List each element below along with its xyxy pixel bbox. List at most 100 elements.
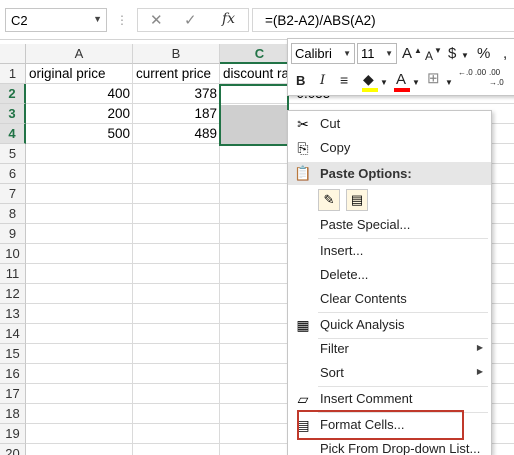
- menu-separator: [318, 312, 488, 313]
- fill-color-swatch: [362, 88, 378, 92]
- formula-bar: C2 ▼ ⋮ ✕ ✓ fx =(B2-A2)/ABS(A2): [0, 0, 514, 40]
- menu-item-label: Cut: [320, 116, 341, 131]
- row-header[interactable]: 20: [0, 444, 26, 455]
- chevron-down-icon[interactable]: ▼: [380, 74, 388, 92]
- formula-buttons: ✕ ✓ fx: [137, 8, 249, 32]
- chevron-down-icon[interactable]: ▼: [93, 14, 102, 24]
- clipboard-icon: 📋: [294, 165, 312, 181]
- row-header[interactable]: 2: [0, 84, 26, 104]
- menu-item-insert-comment[interactable]: ▱ Insert Comment: [288, 388, 491, 410]
- name-box[interactable]: C2 ▼: [5, 8, 107, 32]
- menu-item-label: Pick From Drop-down List...: [320, 441, 481, 455]
- row-header[interactable]: 18: [0, 404, 26, 424]
- row-header[interactable]: 14: [0, 324, 26, 344]
- currency-button[interactable]: $: [448, 45, 456, 63]
- row-header[interactable]: 10: [0, 244, 26, 264]
- cell-a1[interactable]: original price: [26, 64, 133, 84]
- cell-c1[interactable]: discount ra: [220, 64, 290, 84]
- menu-item-label: Paste Special...: [320, 217, 411, 232]
- font-color-button[interactable]: A: [396, 71, 406, 89]
- menu-item-label: Clear Contents: [320, 291, 407, 306]
- copy-icon: ⎘: [297, 140, 309, 156]
- menu-item-label: Sort: [320, 365, 344, 380]
- font-name-value: Calibri: [295, 46, 332, 61]
- context-menu: ✂ Cut ⎘ Copy 📋 Paste Options: ✎ ▤ Paste …: [287, 110, 492, 455]
- row-header[interactable]: 8: [0, 204, 26, 224]
- column-header-a[interactable]: A: [26, 44, 133, 64]
- decrease-font-size-button[interactable]: A: [425, 47, 433, 65]
- row-header[interactable]: 16: [0, 364, 26, 384]
- menu-item-pick-from-list[interactable]: Pick From Drop-down List...: [288, 438, 491, 455]
- cell-b4[interactable]: 489: [133, 124, 220, 144]
- highlight-box: [297, 410, 464, 440]
- row-header[interactable]: 12: [0, 284, 26, 304]
- menu-item-label: Filter: [320, 341, 349, 356]
- decrease-font-size-icon: ▼: [434, 46, 442, 55]
- cell-a4[interactable]: 500: [26, 124, 133, 144]
- percent-button[interactable]: %: [477, 45, 490, 63]
- formula-input[interactable]: =(B2-A2)/ABS(A2): [252, 8, 514, 32]
- row-header[interactable]: 4: [0, 124, 26, 144]
- row-header[interactable]: 9: [0, 224, 26, 244]
- cell-b2[interactable]: 378: [133, 84, 220, 104]
- menu-item-sort[interactable]: Sort ▶: [288, 362, 491, 384]
- menu-separator: [318, 238, 488, 239]
- cell-a3[interactable]: 200: [26, 104, 133, 124]
- select-all-corner[interactable]: [0, 44, 26, 64]
- align-center-icon[interactable]: ≡: [340, 71, 348, 89]
- row-header[interactable]: 6: [0, 164, 26, 184]
- enter-icon[interactable]: ✓: [184, 11, 197, 29]
- menu-item-label: Insert...: [320, 243, 364, 258]
- row-header[interactable]: 17: [0, 384, 26, 404]
- row-header[interactable]: 3: [0, 104, 26, 124]
- formula-bar-grip-icon[interactable]: ⋮: [116, 13, 128, 27]
- paste-options-label: Paste Options:: [320, 166, 412, 181]
- cancel-icon[interactable]: ✕: [150, 11, 163, 29]
- italic-button[interactable]: I: [320, 72, 325, 90]
- cell-b1[interactable]: current price: [133, 64, 220, 84]
- chevron-down-icon[interactable]: ▼: [385, 44, 393, 63]
- font-size-box[interactable]: 11 ▼: [357, 43, 397, 64]
- menu-item-quick-analysis[interactable]: ▦ Quick Analysis: [288, 314, 491, 336]
- cell-b3[interactable]: 187: [133, 104, 220, 124]
- mini-toolbar: Calibri ▼ 11 ▼ A ▲ A ▼ $ ▼ % , B I ≡ ◆ ▼…: [287, 38, 514, 96]
- row-header[interactable]: 11: [0, 264, 26, 284]
- menu-item-delete[interactable]: Delete...: [288, 264, 491, 286]
- paste-icon[interactable]: ▤: [346, 189, 368, 211]
- menu-item-label: Quick Analysis: [320, 317, 405, 332]
- cell-a2[interactable]: 400: [26, 84, 133, 104]
- font-name-box[interactable]: Calibri ▼: [291, 43, 355, 64]
- row-header[interactable]: 7: [0, 184, 26, 204]
- submenu-arrow-icon: ▶: [476, 343, 483, 352]
- row-header[interactable]: 5: [0, 144, 26, 164]
- row-header[interactable]: 1: [0, 64, 26, 84]
- menu-item-insert[interactable]: Insert...: [288, 240, 491, 262]
- chevron-down-icon[interactable]: ▼: [461, 47, 469, 65]
- chevron-down-icon[interactable]: ▼: [412, 74, 420, 92]
- row-header[interactable]: 15: [0, 344, 26, 364]
- comment-icon: ▱: [297, 391, 309, 407]
- chevron-down-icon[interactable]: ▼: [445, 74, 453, 92]
- menu-item-cut[interactable]: ✂ Cut: [288, 113, 491, 135]
- menu-item-label: Insert Comment: [320, 391, 413, 406]
- selection-border: [219, 84, 289, 146]
- borders-icon[interactable]: ⊞: [427, 70, 440, 88]
- font-color-swatch: [394, 88, 410, 92]
- menu-item-paste-special[interactable]: Paste Special...: [288, 214, 491, 236]
- menu-item-clear-contents[interactable]: Clear Contents: [288, 288, 491, 310]
- column-header-b[interactable]: B: [133, 44, 220, 64]
- name-box-value: C2: [11, 13, 28, 28]
- insert-function-icon[interactable]: fx: [222, 11, 235, 27]
- menu-item-filter[interactable]: Filter ▶: [288, 338, 491, 360]
- row-header[interactable]: 13: [0, 304, 26, 324]
- increase-font-size-button[interactable]: A: [402, 45, 412, 63]
- fill-color-icon[interactable]: ◆: [363, 70, 374, 88]
- paste-formatting-icon[interactable]: ✎: [318, 189, 340, 211]
- chevron-down-icon[interactable]: ▼: [343, 44, 351, 63]
- menu-item-copy[interactable]: ⎘ Copy: [288, 137, 491, 159]
- increase-decimal-button[interactable]: ←.0 .00: [458, 68, 486, 78]
- bold-button[interactable]: B: [296, 72, 305, 90]
- comma-style-icon[interactable]: ,: [503, 45, 507, 63]
- row-header[interactable]: 19: [0, 424, 26, 444]
- decrease-decimal-button[interactable]: .00 →.0: [489, 68, 514, 88]
